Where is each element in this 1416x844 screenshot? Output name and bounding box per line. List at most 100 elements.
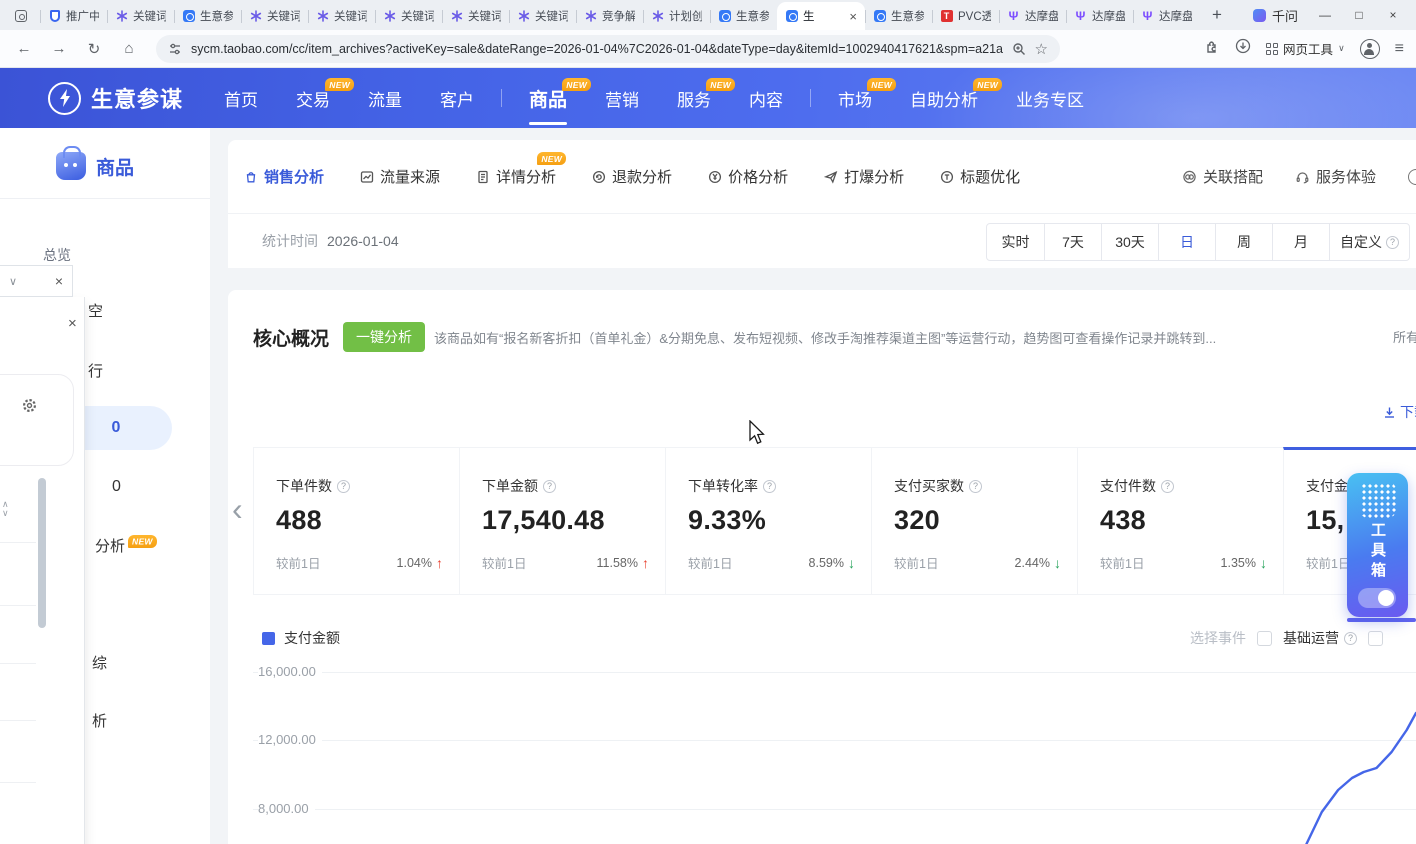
- range-realtime[interactable]: 实时: [987, 224, 1044, 260]
- scrollbar-thumb[interactable]: [38, 478, 46, 628]
- browser-tab[interactable]: 生意参: [710, 2, 777, 30]
- metric-card-order-conversion[interactable]: 下单转化率? 9.33% 较前1日8.59%↓: [665, 447, 872, 595]
- tab-price-analysis[interactable]: 价格分析: [708, 166, 788, 187]
- range-7d[interactable]: 7天: [1044, 224, 1101, 260]
- tab-breakout-analysis[interactable]: 打爆分析: [824, 166, 904, 187]
- browser-tab[interactable]: 关键词: [442, 2, 509, 30]
- range-day[interactable]: 日: [1158, 224, 1215, 260]
- browser-tab[interactable]: 竞争解: [576, 2, 643, 30]
- tab-search-button[interactable]: [6, 2, 40, 30]
- forward-button[interactable]: →: [48, 40, 70, 57]
- metric-card-order-items[interactable]: 下单件数? 488 较前1日1.04%↑: [253, 447, 460, 595]
- cards-prev-button[interactable]: ‹: [232, 493, 243, 525]
- metric-card-pay-items[interactable]: 支付件数? 438 较前1日1.35%↓: [1077, 447, 1284, 595]
- browser-tab-active[interactable]: 生×: [777, 2, 865, 30]
- metric-card-pay-buyers[interactable]: 支付买家数? 320 较前1日2.44%↓: [871, 447, 1078, 595]
- nav-item-home[interactable]: 首页: [214, 68, 268, 128]
- browser-tab[interactable]: TPVC透: [932, 2, 999, 30]
- back-button[interactable]: ←: [13, 40, 35, 57]
- browser-tab[interactable]: 关键词: [107, 2, 174, 30]
- refund-icon: [592, 170, 606, 184]
- nav-item-customer[interactable]: 客户: [430, 68, 484, 128]
- divider: [0, 542, 36, 543]
- sidebar-item-fragment[interactable]: 综: [92, 652, 107, 673]
- web-tools-button[interactable]: 网页工具 ∨: [1266, 39, 1345, 58]
- up-arrow-icon: ↑: [642, 555, 649, 571]
- browser-tab[interactable]: 关键词: [308, 2, 375, 30]
- sidebar-item-overview[interactable]: 总览: [43, 245, 71, 265]
- title-icon: [940, 170, 954, 184]
- home-button[interactable]: ⌂: [118, 40, 140, 57]
- nav-item-traffic[interactable]: 流量: [358, 68, 412, 128]
- metric-card-order-amount[interactable]: 下单金额? 17,540.48 较前1日11.58%↑: [459, 447, 666, 595]
- range-30d[interactable]: 30天: [1101, 224, 1158, 260]
- nav-item-goods[interactable]: 商品NEW: [519, 68, 577, 128]
- minimize-button[interactable]: —: [1318, 8, 1332, 22]
- menu-icon[interactable]: ≡: [1395, 40, 1404, 58]
- browser-toolbar: ← → ↻ ⌂ sycm.taobao.com/cc/item_archives…: [0, 30, 1416, 68]
- maximize-button[interactable]: □: [1352, 8, 1366, 22]
- overview-description: 该商品如有“报名新客折扣（首单礼金）&分期免息、发布短视频、修改手淘推荐渠道主图…: [434, 328, 1216, 347]
- range-custom[interactable]: 自定义 ?: [1329, 224, 1409, 260]
- zoom-page-icon[interactable]: [1012, 42, 1026, 56]
- tab-refund-analysis[interactable]: 退款分析: [592, 166, 672, 187]
- nav-item-service[interactable]: 服务NEW: [667, 68, 721, 128]
- downloads-icon[interactable]: [1235, 38, 1251, 59]
- qianwen-button[interactable]: 千问: [1253, 6, 1298, 25]
- tab-close-icon[interactable]: ×: [849, 9, 857, 24]
- sidebar-item-analysis[interactable]: 分析NEW: [95, 535, 157, 556]
- sidebar-item-fragment[interactable]: 0: [112, 478, 121, 496]
- close-icon[interactable]: ×: [55, 273, 63, 289]
- extensions-icon[interactable]: [1205, 39, 1220, 59]
- close-icon[interactable]: ×: [68, 315, 77, 332]
- browser-tab[interactable]: 生意参: [865, 2, 932, 30]
- one-click-analyze-button[interactable]: 一键分析: [343, 322, 425, 352]
- link-related-match[interactable]: 关联搭配: [1182, 166, 1263, 187]
- sidebar-item-fragment[interactable]: 析: [92, 710, 107, 731]
- download-link[interactable]: 下载: [1383, 402, 1416, 422]
- scroll-stepper[interactable]: ∧ ∨: [2, 500, 9, 518]
- sidebar-item-fragment[interactable]: 空: [88, 300, 103, 321]
- url-text[interactable]: sycm.taobao.com/cc/item_archives?activeK…: [191, 42, 1003, 56]
- gear-icon[interactable]: [21, 397, 38, 414]
- range-month[interactable]: 月: [1272, 224, 1329, 260]
- tab-title-optimization[interactable]: 标题优化: [940, 166, 1020, 187]
- nav-item-content[interactable]: 内容: [739, 68, 793, 128]
- reload-button[interactable]: ↻: [83, 40, 105, 58]
- nav-item-marketing[interactable]: 营销: [595, 68, 649, 128]
- address-bar[interactable]: sycm.taobao.com/cc/item_archives?activeK…: [156, 35, 1060, 63]
- tab-sales-analysis[interactable]: 销售分析: [244, 166, 324, 187]
- toolbox-toggle[interactable]: [1358, 588, 1396, 608]
- new-tab-button[interactable]: +: [1204, 3, 1230, 27]
- link-service-experience[interactable]: 服务体验: [1295, 166, 1376, 187]
- close-button[interactable]: ×: [1386, 8, 1400, 22]
- tab-traffic-source[interactable]: 流量来源: [360, 166, 440, 187]
- range-week[interactable]: 周: [1215, 224, 1272, 260]
- sidebar-item-fragment[interactable]: 行: [88, 360, 103, 381]
- browser-tab[interactable]: 推广中: [40, 2, 107, 30]
- browser-tab[interactable]: Ψ达摩盘: [1066, 2, 1133, 30]
- browser-tab[interactable]: Ψ达摩盘: [1133, 2, 1200, 30]
- nav-item-market[interactable]: 市场NEW: [828, 68, 882, 128]
- brand[interactable]: 生意参谋: [48, 82, 183, 115]
- browser-tab[interactable]: 关键词: [509, 2, 576, 30]
- browser-tab[interactable]: 关键词: [241, 2, 308, 30]
- nav-item-trade[interactable]: 交易NEW: [286, 68, 340, 128]
- browser-tab[interactable]: 关键词: [375, 2, 442, 30]
- sidebar-title: 商品: [96, 153, 134, 180]
- browser-tab[interactable]: 计划创: [643, 2, 710, 30]
- nav-item-business-zone[interactable]: 业务专区: [1006, 68, 1094, 128]
- nav-item-self-analysis[interactable]: 自助分析NEW: [900, 68, 988, 128]
- new-badge: NEW: [973, 78, 1002, 91]
- browser-tab[interactable]: Ψ达摩盘: [999, 2, 1066, 30]
- chrome-right-controls: 千问 — □ ×: [1253, 0, 1416, 30]
- browser-tab[interactable]: 生意参: [174, 2, 241, 30]
- chevron-down-icon[interactable]: ∨: [9, 275, 17, 288]
- bookmark-star-icon[interactable]: ☆: [1035, 40, 1048, 58]
- tab-detail-analysis[interactable]: 详情分析 NEW: [476, 166, 556, 187]
- site-settings-icon[interactable]: [168, 42, 182, 56]
- toolbox-widget[interactable]: 工具箱: [1347, 473, 1408, 617]
- new-badge: NEW: [325, 78, 354, 91]
- profile-avatar[interactable]: [1360, 39, 1380, 59]
- stat-time-value[interactable]: 2026-01-04: [327, 233, 399, 249]
